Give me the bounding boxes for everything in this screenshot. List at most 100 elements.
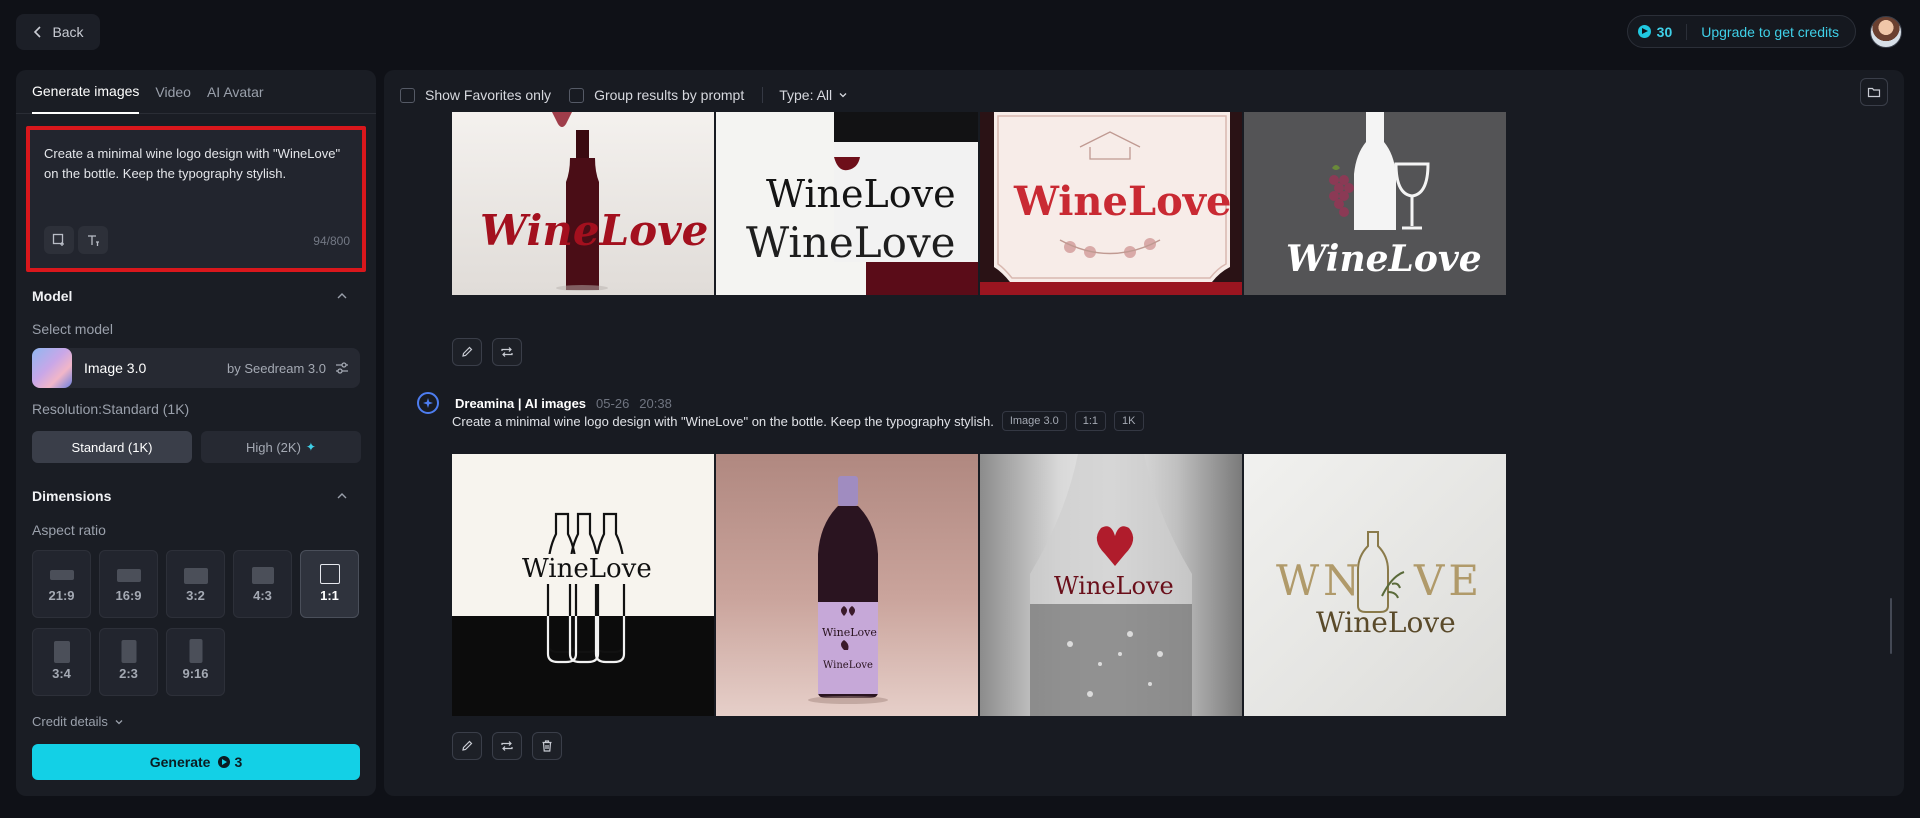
generate-button[interactable]: Generate 3 [32, 744, 360, 780]
image-logo-text: WineLove [1054, 572, 1174, 600]
image-logo-text: WineLove [1014, 178, 1232, 225]
ratio-3-2[interactable]: 3:2 [166, 550, 225, 618]
model-select[interactable]: Image 3.0 by Seedream 3.0 [32, 348, 360, 388]
folder-icon [1867, 87, 1881, 98]
image-add-icon [52, 233, 64, 246]
sliders-icon[interactable] [334, 360, 350, 376]
prompt-counter: 94/800 [313, 234, 350, 248]
credit-count-value: 30 [1656, 23, 1673, 40]
generation-prompt-row: Create a minimal wine logo design with "… [452, 411, 1144, 431]
ratio-shape [319, 564, 340, 584]
resolution-label: Resolution:Standard (1K) [32, 401, 190, 417]
favorites-filter[interactable]: Show Favorites only [400, 87, 551, 103]
prompt-input[interactable]: Create a minimal wine logo design with "… [44, 144, 344, 184]
chevron-up-icon[interactable] [336, 290, 348, 302]
ratio-label: 4:3 [253, 588, 272, 603]
result-image[interactable]: WineLove WineLove [716, 112, 978, 295]
favorites-label: Show Favorites only [425, 87, 552, 103]
regenerate-button[interactable] [492, 338, 522, 366]
edit-button[interactable] [452, 732, 482, 760]
generation-author: Dreamina | AI images [455, 395, 587, 411]
dreamina-logo-icon [417, 392, 439, 414]
ratio-3-4[interactable]: 3:4 [32, 628, 91, 696]
ratio-shape [121, 640, 136, 663]
model-section-title: Model [32, 288, 73, 304]
avatar[interactable] [1870, 16, 1902, 48]
credit-details-toggle[interactable]: Credit details [32, 714, 124, 729]
res-high-label: High (2K) [246, 439, 301, 455]
result-image[interactable]: WineLove [980, 112, 1242, 295]
select-model-label: Select model [32, 321, 113, 337]
repeat-icon [501, 347, 513, 357]
ratio-21-9[interactable]: 21:9 [32, 550, 91, 618]
regenerate-button[interactable] [492, 732, 522, 760]
repeat-icon [501, 741, 513, 751]
image-logo-text: WineLove [1286, 238, 1482, 280]
ratio-9-16[interactable]: 9:16 [166, 628, 225, 696]
generation-date: 05-26 [596, 395, 630, 411]
sparkle-icon: ✦ [305, 440, 316, 454]
ratio-shape [49, 570, 74, 580]
ratio-shape [251, 567, 274, 584]
scrollbar-thumb[interactable] [1890, 598, 1892, 654]
image-logo-text: WineLove [480, 206, 709, 255]
text-style-button[interactable] [78, 226, 108, 254]
generation-time: 20:38 [639, 395, 672, 411]
delete-button[interactable] [532, 732, 562, 760]
result-image[interactable]: WineLove [980, 454, 1242, 716]
group-filter[interactable]: Group results by prompt [569, 87, 744, 103]
ratio-shape [183, 568, 208, 584]
group-label: Group results by prompt [594, 87, 745, 103]
generate-cost-value: 3 [234, 754, 243, 770]
pencil-icon [462, 346, 473, 357]
chevron-left-icon [34, 26, 42, 38]
image-logo-text: WineLove [520, 554, 654, 584]
wine-bottle-illustration [552, 112, 608, 291]
back-label: Back [52, 24, 84, 40]
resolution-standard-button[interactable]: Standard (1K) [32, 431, 192, 463]
image-logo-text: VE [1414, 556, 1483, 605]
text-icon [88, 235, 99, 246]
result-image[interactable]: WineLove [452, 454, 714, 716]
ratio-1-1[interactable]: 1:1 [300, 550, 359, 618]
upgrade-link[interactable]: Upgrade to get credits [1687, 24, 1839, 40]
ratio-label: 16:9 [115, 588, 142, 603]
generation-prompt: Create a minimal wine logo design with "… [452, 413, 994, 429]
image-logo-text: WN [1276, 556, 1364, 605]
ratio-2-3[interactable]: 2:3 [99, 628, 158, 696]
ratio-16-9[interactable]: 16:9 [99, 550, 158, 618]
chevron-up-icon[interactable] [336, 490, 348, 502]
reference-image-button[interactable] [44, 226, 74, 254]
divider [762, 87, 764, 103]
tab-video[interactable]: Video [155, 70, 191, 114]
type-label: Type: All [779, 87, 833, 103]
ratio-label: 9:16 [182, 666, 209, 681]
ratio-4-3[interactable]: 4:3 [233, 550, 292, 618]
credits-pill: 30 Upgrade to get credits [1626, 15, 1856, 48]
type-filter[interactable]: Type: All [779, 87, 848, 103]
model-name: Image 3.0 [84, 360, 147, 376]
back-button[interactable]: Back [16, 14, 100, 50]
result-image[interactable]: WineLove [1244, 112, 1506, 295]
favorites-checkbox[interactable] [400, 87, 415, 103]
tab-ai-avatar[interactable]: AI Avatar [207, 70, 264, 114]
three-bottles-illustration [452, 512, 714, 716]
resolution-high-button[interactable]: High (2K) ✦ [201, 431, 361, 463]
edit-button[interactable] [452, 338, 482, 366]
result-image[interactable]: WineLove WineLove [716, 454, 978, 716]
ratio-label: 1:1 [320, 588, 339, 603]
ratio-label: 2:3 [119, 666, 138, 681]
filter-bar: Show Favorites only Group results by pro… [400, 82, 866, 108]
tab-generate-images[interactable]: Generate images [32, 70, 140, 114]
image-logo-text: WineLove [746, 218, 956, 267]
result-image[interactable]: WineLove [452, 112, 714, 295]
results-panel: Show Favorites only Group results by pro… [384, 70, 1904, 796]
group-checkbox[interactable] [569, 87, 585, 103]
chevron-down-icon [115, 719, 123, 724]
trash-icon [542, 740, 552, 752]
prompt-box[interactable]: Create a minimal wine logo design with "… [26, 126, 366, 272]
folder-button[interactable] [1860, 78, 1888, 106]
image-logo-text: WineLove [766, 172, 956, 216]
model-provider: by Seedream 3.0 [226, 360, 326, 376]
result-image[interactable]: WN VE WineLove [1244, 454, 1506, 716]
